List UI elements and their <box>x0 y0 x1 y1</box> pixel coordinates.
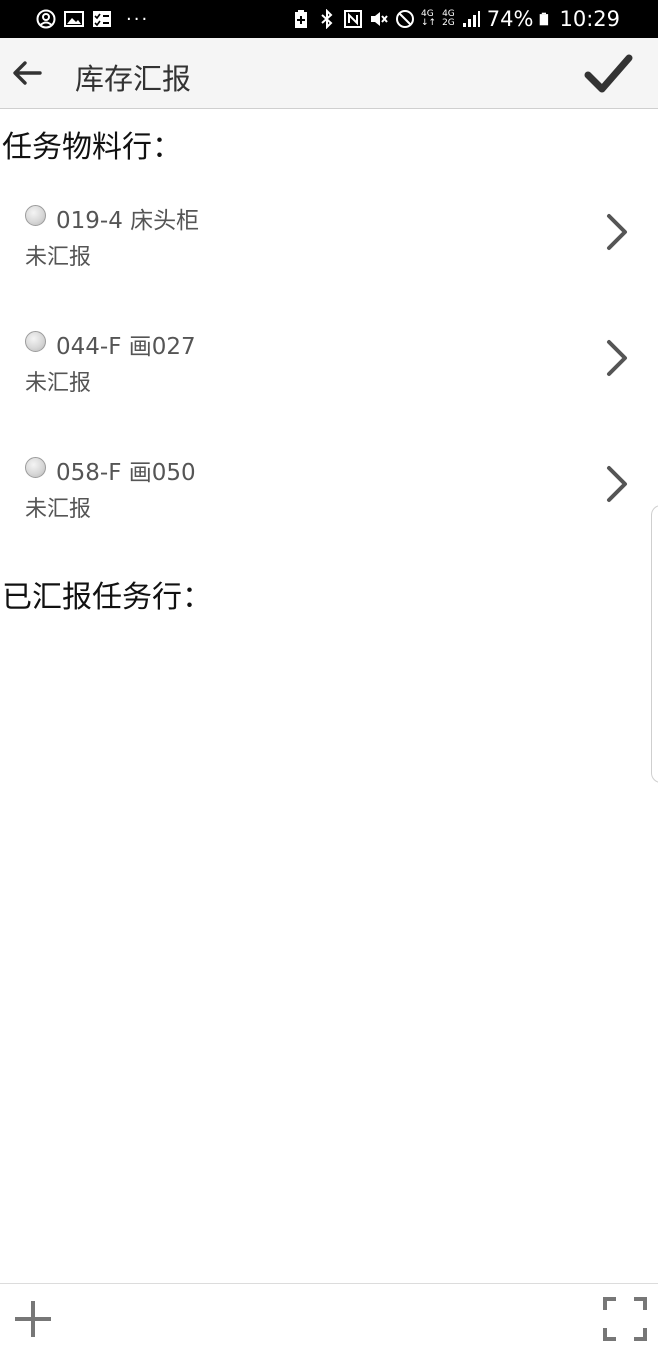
item-status: 未汇报 <box>25 497 92 522</box>
status-bar: ··· 4G ↓↑ 4G 2G 74% 10:29 <box>0 0 658 38</box>
network-type-top: 4G ↓↑ <box>421 10 436 28</box>
battery-saver-icon <box>294 10 307 28</box>
item-radio[interactable] <box>25 457 46 478</box>
item-radio[interactable] <box>25 205 46 226</box>
back-arrow-icon[interactable] <box>6 51 50 95</box>
do-not-disturb-icon <box>395 10 414 28</box>
plus-icon[interactable] <box>12 1298 54 1340</box>
item-name: 044-F 画027 <box>56 334 196 360</box>
reported-section-title: 已汇报任务行： <box>2 580 212 615</box>
bottom-bar <box>0 1283 658 1353</box>
task-section-title: 任务物料行： <box>2 130 182 165</box>
signal-icon <box>462 11 480 27</box>
status-bar-right: 4G ↓↑ 4G 2G 74% 10:29 <box>291 0 620 38</box>
clock: 10:29 <box>559 7 620 31</box>
fullscreen-icon[interactable] <box>602 1296 648 1342</box>
battery-percent: 74% <box>486 7 534 31</box>
image-icon <box>64 11 84 27</box>
edge-panel-handle[interactable] <box>651 505 658 783</box>
checklist-icon <box>93 11 111 27</box>
chevron-right-icon[interactable] <box>603 211 631 253</box>
chevron-right-icon[interactable] <box>603 337 631 379</box>
account-icon <box>36 9 56 29</box>
status-bar-left: ··· <box>36 0 149 38</box>
more-notifications: ··· <box>126 8 150 30</box>
item-radio[interactable] <box>25 331 46 352</box>
task-item[interactable]: 058-F 画050 未汇报 <box>0 457 658 567</box>
mute-icon <box>370 12 388 26</box>
nfc-icon <box>343 10 362 28</box>
network-type-bottom: 4G 2G <box>442 10 455 28</box>
item-name: 058-F 画050 <box>56 460 196 486</box>
chevron-right-icon[interactable] <box>603 463 631 505</box>
item-status: 未汇报 <box>25 371 92 396</box>
task-item[interactable]: 044-F 画027 未汇报 <box>0 331 658 441</box>
battery-icon <box>540 12 549 26</box>
bluetooth-icon <box>321 9 333 29</box>
checkmark-icon[interactable] <box>580 48 636 98</box>
network-label-2g: 2G <box>442 18 455 28</box>
item-name: 019-4 床头柜 <box>56 208 200 234</box>
task-item[interactable]: 019-4 床头柜 未汇报 <box>0 205 658 315</box>
item-status: 未汇报 <box>25 245 92 270</box>
network-arrows: ↓↑ <box>420 18 437 28</box>
page-title: 库存汇报 <box>75 62 192 96</box>
app-bar: 库存汇报 <box>0 38 658 109</box>
